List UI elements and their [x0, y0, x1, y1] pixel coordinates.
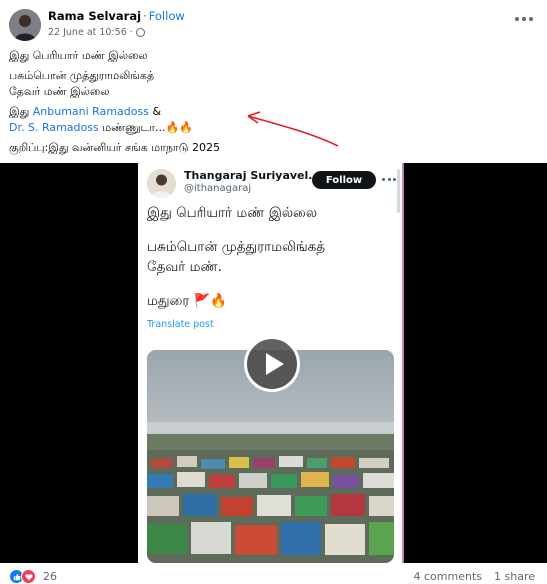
caption-line: இது பெரியார் மண் இல்லை	[9, 49, 148, 62]
translate-post-link: Translate post	[147, 319, 214, 330]
flag-fire-emoji: 🚩🔥	[193, 293, 228, 309]
author-line: Rama Selvaraj · Follow	[48, 9, 185, 23]
post-meta: 22 June at 10:56 ·	[48, 27, 145, 38]
tweet-line-madurai: மதுரை 🚩🔥	[147, 291, 397, 311]
post-caption: இது பெரியார் மண் இல்லை பசும்பொன் முத்துர…	[9, 48, 389, 156]
author-avatar[interactable]	[9, 9, 41, 41]
tweet-author-handle: @ithanagaraj	[184, 183, 252, 194]
facebook-post: Rama Selvaraj · Follow 22 June at 10:56 · …	[0, 0, 547, 584]
tweet-line: பசும்பொன் முத்துராமலிங்கத்	[147, 239, 326, 255]
caption-line: பசும்பொன் முத்துராமலிங்கத்	[9, 69, 155, 82]
caption-suffix: மண்ணுடா...	[102, 121, 166, 134]
caption-mentions-line: இது Anbumani Ramadoss &	[9, 104, 389, 120]
shares-count-link[interactable]: 1 share	[494, 570, 535, 583]
tweet-author-name: Thangaraj Suriyavel...	[184, 169, 321, 182]
dot-separator: ·	[129, 27, 133, 38]
tweet-scrollbar	[397, 169, 400, 213]
globe-icon	[135, 28, 145, 37]
post-timestamp[interactable]: 22 June at 10:56	[48, 27, 127, 38]
engagement-stats: 4 comments 1 share	[414, 570, 536, 583]
caption-prefix: இது	[9, 105, 30, 118]
mention-anbumani-ramadoss[interactable]: Anbumani Ramadoss	[33, 105, 149, 118]
tweet-line: தேவர் மண்.	[147, 259, 222, 275]
caption-note: குறிப்பு:இது வன்னியர் சங்க மாநாடு 2025	[9, 141, 220, 154]
tweet-follow-button: Follow	[312, 171, 376, 189]
ampersand: &	[152, 105, 162, 118]
post-video[interactable]: Thangaraj Suriyavel... @ithanagaraj Foll…	[0, 163, 547, 563]
follow-link[interactable]: Follow	[149, 9, 185, 23]
play-icon[interactable]	[244, 336, 300, 392]
reactions-summary[interactable]: 26	[9, 569, 57, 584]
tweet-line: மதுரை	[147, 293, 190, 309]
separator: ·	[143, 9, 147, 23]
tweet-more-icon	[382, 178, 396, 182]
caption-line: தேவர் மண் இல்லை	[9, 85, 110, 98]
more-options-icon[interactable]	[515, 14, 533, 24]
mention-dr-s-ramadoss[interactable]: Dr. S. Ramadoss	[9, 121, 99, 134]
love-reaction-icon	[21, 569, 36, 584]
tweet-line: இது பெரியார் மண் இல்லை	[147, 205, 318, 221]
author-name[interactable]: Rama Selvaraj	[48, 9, 141, 23]
fire-emoji: 🔥🔥	[165, 121, 193, 134]
tweet-author-avatar	[147, 169, 176, 198]
caption-mentions-line-2: Dr. S. Ramadoss மண்ணுடா...🔥🔥	[9, 120, 389, 136]
tweet-text: இது பெரியார் மண் இல்லை பசும்பொன் முத்துர…	[147, 203, 397, 311]
comments-count-link[interactable]: 4 comments	[414, 570, 483, 583]
reaction-count: 26	[43, 570, 57, 583]
